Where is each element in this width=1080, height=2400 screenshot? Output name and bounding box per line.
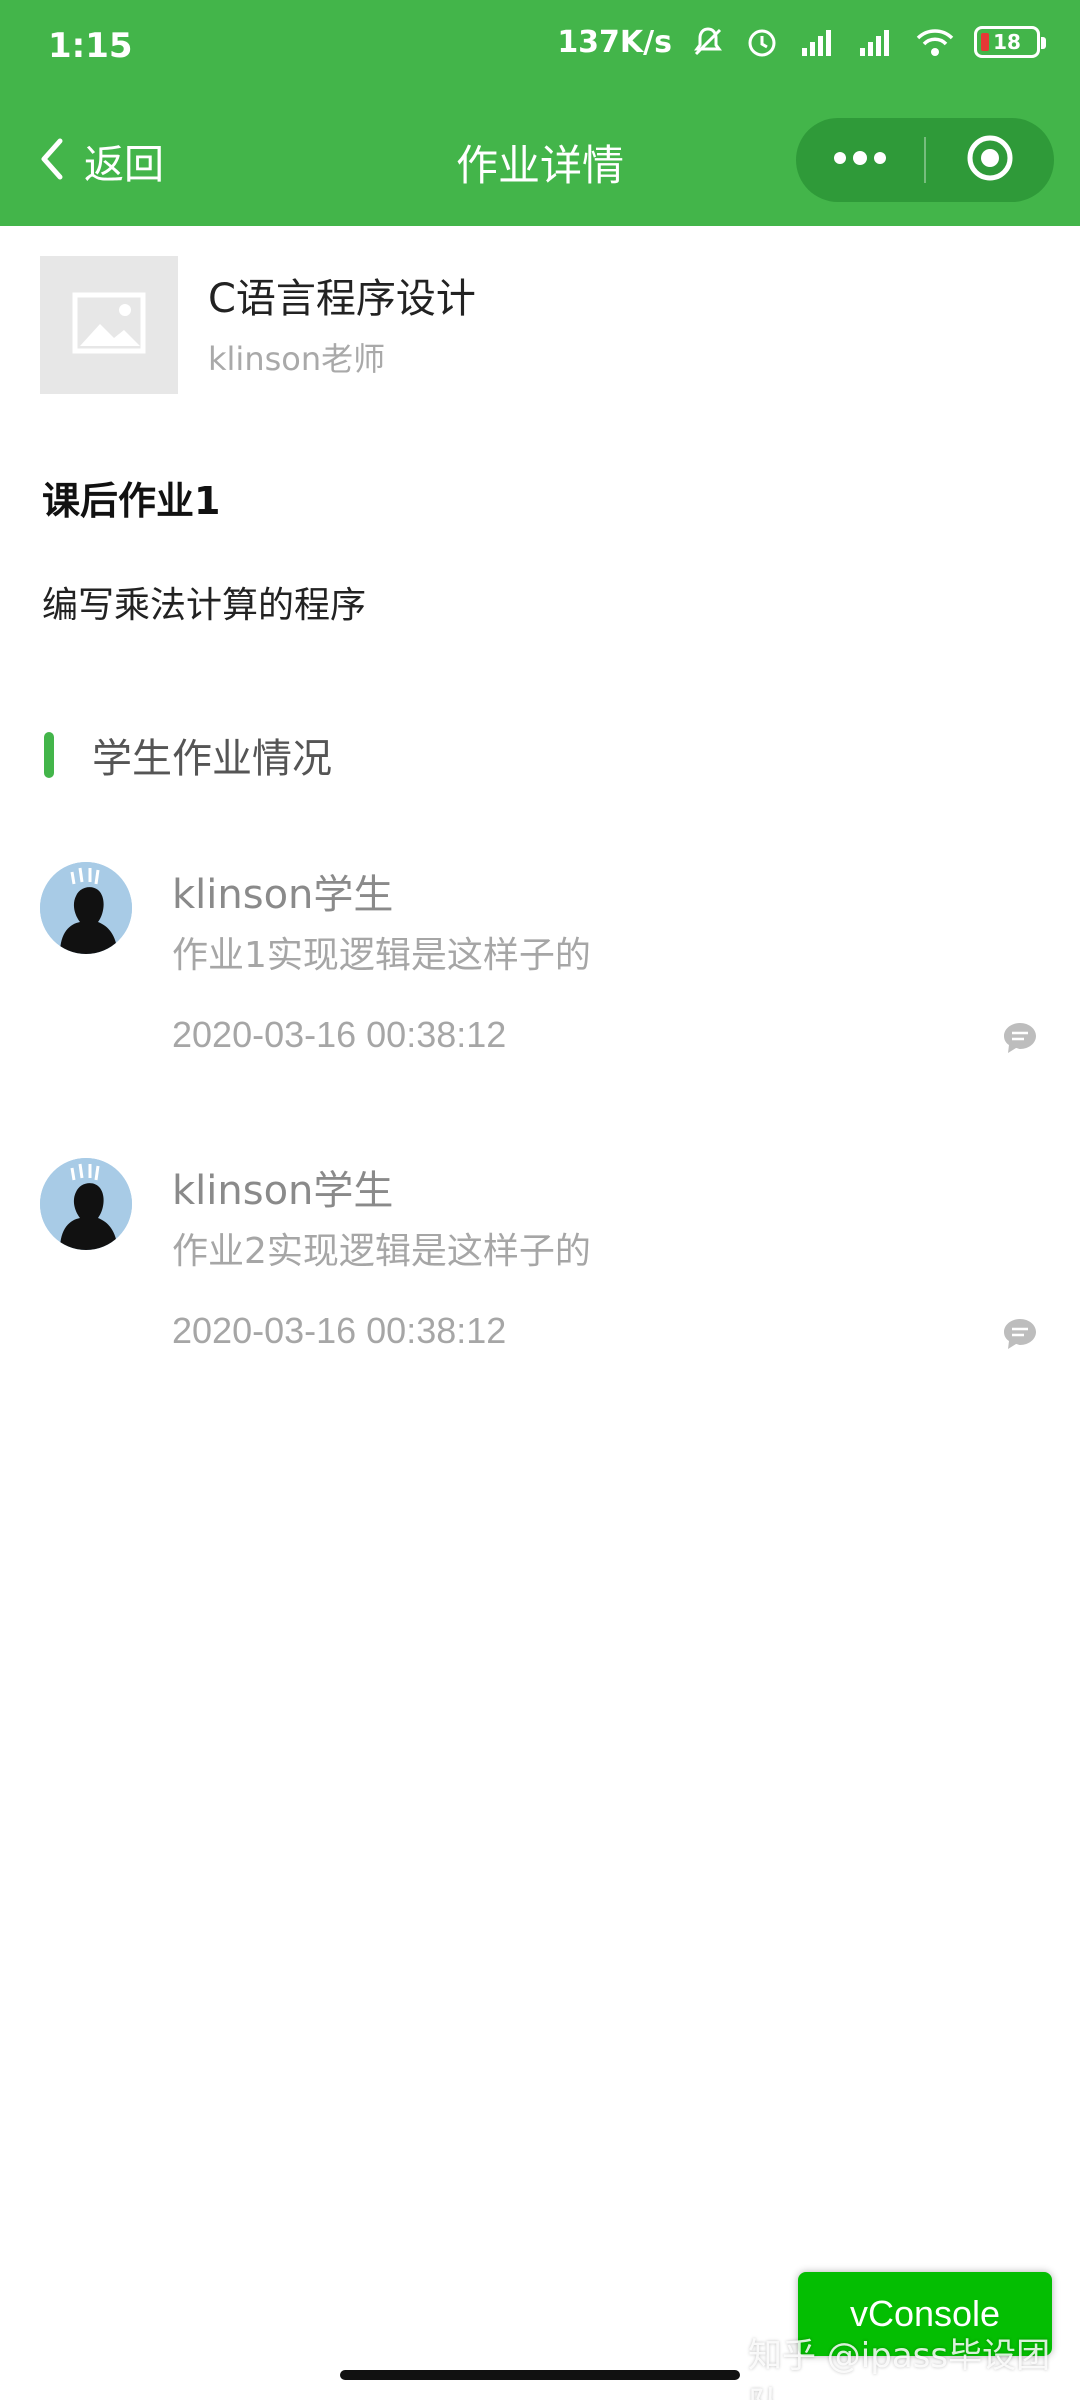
comment-bubble-icon — [1002, 1023, 1038, 1060]
more-button[interactable] — [796, 118, 924, 202]
submission-content: 作业1实现逻辑是这样子的 — [172, 935, 591, 976]
wifi-icon — [914, 24, 956, 60]
avatar — [40, 1158, 132, 1250]
course-teacher: klinson老师 — [208, 340, 386, 378]
close-mini-program-button[interactable] — [926, 118, 1054, 202]
submission-item[interactable]: klinson学生 作业1实现逻辑是这样子的 2020-03-16 00:38:… — [0, 862, 1080, 1122]
avatar — [40, 862, 132, 954]
mini-program-capsule — [796, 118, 1054, 202]
section-accent-bar — [44, 732, 54, 778]
submission-content: 作业2实现逻辑是这样子的 — [172, 1231, 591, 1272]
battery-level: 18 — [993, 30, 1021, 54]
signal-icon — [856, 24, 896, 60]
comment-button[interactable] — [1002, 1020, 1038, 1060]
network-speed: 137K/s — [557, 24, 672, 60]
status-time: 1:15 — [48, 26, 133, 66]
comment-bubble-icon — [1002, 1319, 1038, 1356]
student-name: klinson学生 — [172, 872, 394, 918]
student-name: klinson学生 — [172, 1168, 394, 1214]
status-bar: 1:15 137K/s 18 — [0, 0, 1080, 96]
section-title: 学生作业情况 — [92, 736, 332, 782]
home-indicator[interactable] — [340, 2370, 740, 2380]
mute-bell-icon — [690, 24, 726, 60]
submission-time: 2020-03-16 00:38:12 — [172, 1014, 507, 1055]
course-title: C语言程序设计 — [208, 276, 476, 322]
hd-signal-icon — [798, 24, 838, 60]
more-dots-icon — [832, 148, 888, 172]
image-placeholder-icon — [72, 292, 146, 358]
battery-icon: 18 — [974, 26, 1046, 58]
course-thumbnail — [40, 256, 178, 394]
section-header: 学生作业情况 — [44, 726, 332, 784]
nav-bar: 返回 作业详情 — [0, 96, 1080, 226]
status-icons: 137K/s 18 — [557, 24, 1046, 60]
submission-time: 2020-03-16 00:38:12 — [172, 1310, 507, 1351]
submission-item[interactable]: klinson学生 作业2实现逻辑是这样子的 2020-03-16 00:38:… — [0, 1158, 1080, 1418]
comment-button[interactable] — [1002, 1316, 1038, 1356]
homework-description: 编写乘法计算的程序 — [42, 585, 367, 626]
alarm-icon — [744, 24, 780, 60]
homework-title: 课后作业1 — [42, 479, 221, 523]
watermark: 知乎 @ipass毕设团队 — [748, 2336, 1051, 2400]
target-circle-icon — [965, 133, 1015, 187]
